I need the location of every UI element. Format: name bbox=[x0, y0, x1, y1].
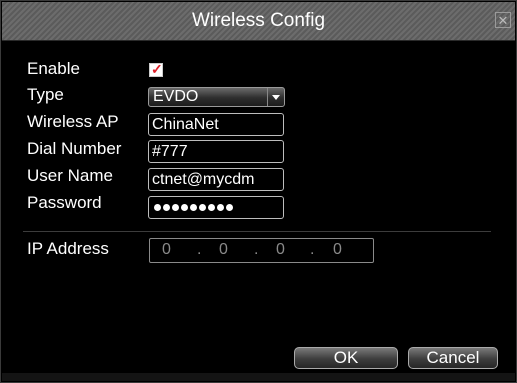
password-field[interactable] bbox=[148, 196, 284, 219]
password-dot bbox=[154, 204, 161, 211]
ip-separator: . bbox=[254, 241, 259, 258]
password-dot bbox=[172, 204, 179, 211]
close-icon[interactable]: ✕ bbox=[495, 12, 511, 28]
user-name-field[interactable]: ctnet@mycdm bbox=[148, 168, 284, 191]
title-bar: Wireless Config ✕ bbox=[2, 2, 515, 41]
ip-separator: . bbox=[310, 241, 315, 258]
password-dot bbox=[208, 204, 215, 211]
checkmark-icon: ✓ bbox=[151, 61, 163, 77]
ip-octet[interactable]: 0 bbox=[333, 241, 342, 259]
type-select[interactable]: EVDO bbox=[148, 87, 285, 107]
wireless-ap-field[interactable]: ChinaNet bbox=[148, 113, 284, 136]
type-label: Type bbox=[27, 85, 64, 104]
password-label: Password bbox=[27, 193, 102, 212]
password-dot bbox=[181, 204, 188, 211]
cancel-button[interactable]: Cancel bbox=[408, 347, 498, 369]
dialog-title: Wireless Config bbox=[191, 10, 326, 31]
ok-button[interactable]: OK bbox=[294, 347, 398, 369]
password-dot bbox=[217, 204, 224, 211]
password-dot bbox=[226, 204, 233, 211]
dial-number-field[interactable]: #777 bbox=[148, 140, 284, 163]
wireless-ap-label: Wireless AP bbox=[27, 112, 119, 131]
type-value: EVDO bbox=[153, 88, 199, 105]
chevron-down-icon bbox=[267, 88, 284, 106]
divider bbox=[23, 231, 491, 232]
enable-checkbox[interactable]: ✓ bbox=[149, 61, 163, 77]
ip-octet[interactable]: 0 bbox=[276, 241, 285, 259]
password-dot bbox=[163, 204, 170, 211]
wireless-config-dialog: Wireless Config ✕ Enable ✓ Type EVDO Wir… bbox=[0, 0, 517, 383]
enable-label: Enable bbox=[27, 59, 80, 78]
password-dot bbox=[190, 204, 197, 211]
ip-octet[interactable]: 0 bbox=[219, 241, 228, 259]
ip-separator: . bbox=[197, 241, 202, 258]
dial-number-label: Dial Number bbox=[27, 139, 122, 158]
ip-octet[interactable]: 0 bbox=[162, 241, 171, 259]
bottom-bar bbox=[2, 373, 515, 381]
ip-address-field[interactable]: 0 . 0 . 0 . 0 bbox=[149, 238, 374, 263]
user-name-label: User Name bbox=[27, 166, 113, 185]
ip-address-label: IP Address bbox=[27, 239, 109, 258]
password-dot bbox=[199, 204, 206, 211]
